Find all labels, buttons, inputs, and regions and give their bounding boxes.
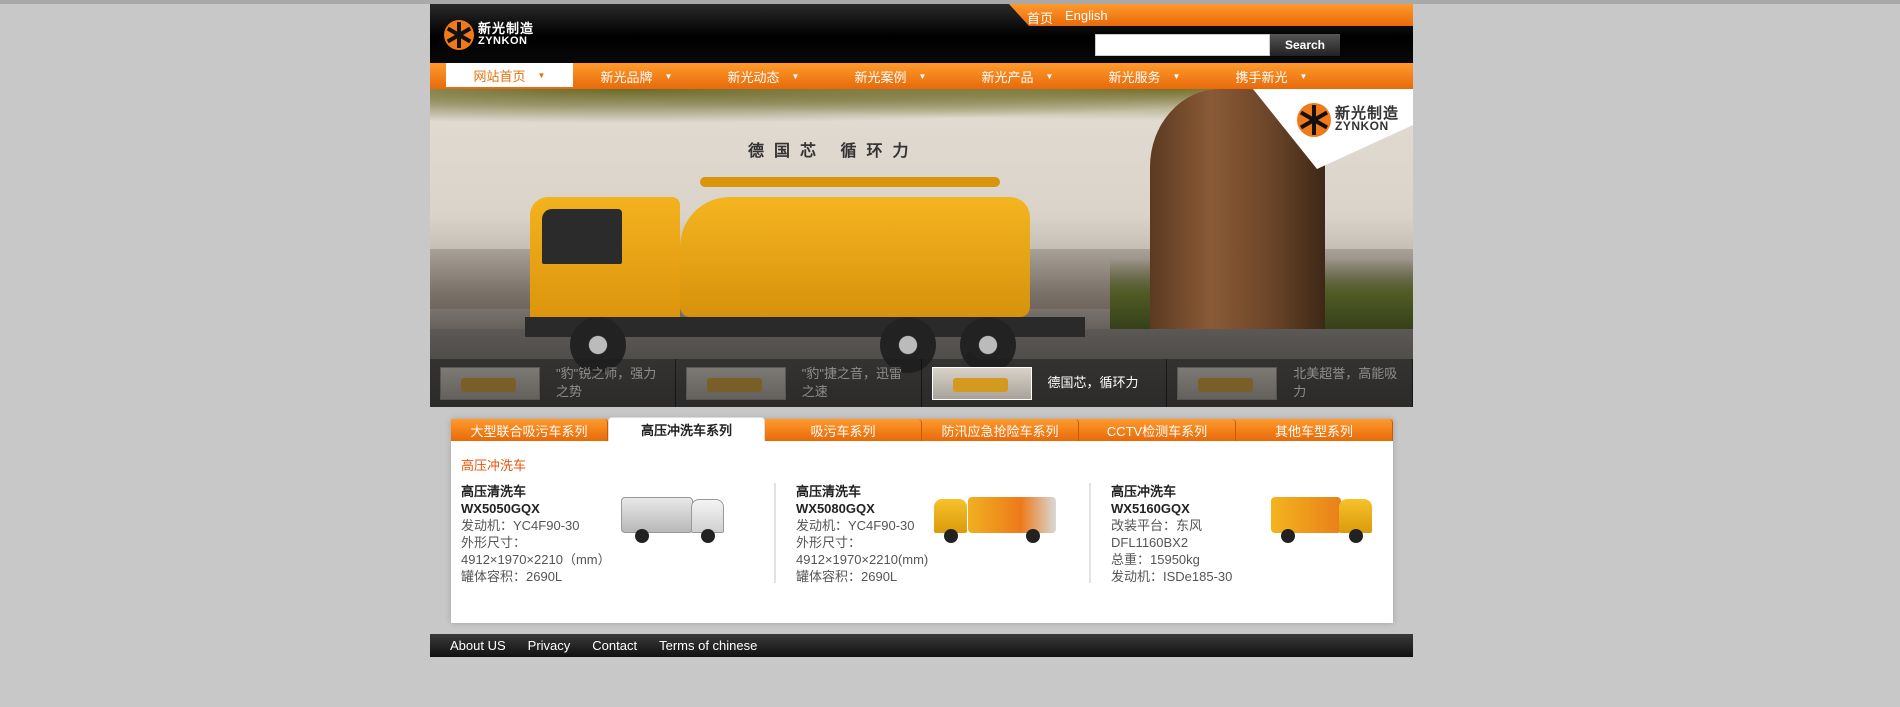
van-wheel — [1026, 529, 1040, 543]
product-item[interactable]: 高压清洗车 WX5080GQX 发动机：YC4F90-30 外形尺寸： 4912… — [776, 483, 1091, 584]
logo-text: 新光制造 ZYNKON — [1335, 106, 1399, 132]
tab-cctv[interactable]: CCTV检测车系列 — [1079, 419, 1236, 441]
thumb-image — [931, 366, 1032, 400]
tab-flood-emergency[interactable]: 防汛应急抢险车系列 — [922, 419, 1079, 441]
nav-item-label: 网站首页 — [473, 68, 526, 84]
nav-item-service[interactable]: 新光服务 ▼ — [1081, 63, 1208, 89]
footer-link-terms[interactable]: Terms of chinese — [659, 638, 757, 653]
van-body — [621, 497, 693, 533]
thumb-caption: "豹"锐之师，强力之势 — [556, 366, 657, 399]
thumb-image — [1177, 366, 1278, 400]
search-button[interactable]: Search — [1270, 34, 1340, 56]
van-cab — [1339, 499, 1372, 533]
van-body — [1271, 497, 1341, 533]
product-list: 高压清洗车 WX5050GQX 发动机：YC4F90-30 外形尺寸： 4912… — [461, 483, 1406, 584]
footer-link-about[interactable]: About US — [450, 638, 506, 653]
product-image[interactable] — [621, 491, 726, 543]
truck-tank — [680, 197, 1030, 317]
thumb-caption: 北美超誉，高能吸力 — [1293, 366, 1398, 399]
thumb-caption: 德国芯，循环力 — [1047, 375, 1139, 390]
nav-item-join[interactable]: 携手新光 ▼ — [1208, 63, 1335, 89]
product-image[interactable] — [934, 491, 1059, 543]
nav-item-label: 携手新光 — [1235, 69, 1288, 85]
product-spec: 4912×1970×2210(mm) — [796, 552, 929, 567]
banner-thumb-3[interactable]: 德国芯，循环力 — [922, 351, 1168, 407]
van-body — [968, 497, 1056, 533]
logo-mark-icon — [1296, 103, 1331, 137]
van-wheel — [1349, 529, 1363, 543]
thumb-image — [440, 366, 540, 400]
chevron-down-icon: ▼ — [918, 71, 927, 81]
product-spec: 发动机：ISDe185-30 — [1111, 569, 1233, 584]
banner-thumb-2[interactable]: "豹"捷之音，迅雷之速 — [676, 359, 922, 407]
product-panel: 大型联合吸污车系列 高压冲洗车系列 吸污车系列 防汛应急抢险车系列 CCTV检测… — [451, 417, 1393, 623]
van-cab — [934, 499, 967, 533]
site-logo[interactable]: 新光制造 ZYNKON — [444, 20, 534, 50]
hero-banner[interactable]: 德国芯 循环力 新光制造 ZYNKON "豹"锐之师，强力之势 "豹"捷之音，迅… — [430, 89, 1413, 407]
main-nav: 网站首页 ▼ 新光品牌 ▼ 新光动态 ▼ 新光案例 ▼ 新光产品 ▼ 新光服务 ▼ 携手新光… — [430, 63, 1413, 89]
language-bar: 首页 English — [1009, 4, 1413, 26]
product-image[interactable] — [1271, 491, 1376, 543]
lang-link-home[interactable]: 首页 — [1027, 8, 1053, 26]
site-footer: About US Privacy Contact Terms of chines… — [430, 634, 1413, 657]
nav-item-label: 新光产品 — [981, 69, 1034, 85]
van-wheel — [1281, 529, 1295, 543]
logo-text: 新光制造 ZYNKON — [478, 21, 535, 47]
product-spec: 罐体容积：2690L — [461, 569, 563, 584]
chevron-down-icon: ▼ — [537, 70, 546, 80]
product-item[interactable]: 高压清洗车 WX5050GQX 发动机：YC4F90-30 外形尺寸： 4912… — [461, 483, 776, 584]
nav-item-label: 新光服务 — [1108, 69, 1161, 85]
product-spec: 发动机：YC4F90-30 — [461, 518, 580, 533]
banner-slogan: 德国芯 循环力 — [748, 143, 919, 160]
product-spec: 罐体容积：2690L — [796, 569, 898, 584]
product-tabs: 大型联合吸污车系列 高压冲洗车系列 吸污车系列 防汛应急抢险车系列 CCTV检测… — [451, 417, 1393, 441]
van-wheel — [944, 529, 958, 543]
van-cab — [691, 499, 724, 533]
footer-link-contact[interactable]: Contact — [592, 638, 637, 653]
chevron-down-icon: ▼ — [1299, 71, 1308, 81]
search-input[interactable] — [1095, 34, 1270, 56]
nav-item-home[interactable]: 网站首页 ▼ — [446, 63, 573, 87]
banner-thumb-1[interactable]: "豹"锐之师，强力之势 — [430, 359, 676, 407]
nav-item-brand[interactable]: 新光品牌 ▼ — [573, 63, 700, 89]
product-spec: 外形尺寸： — [461, 535, 527, 550]
nav-item-label: 新光动态 — [727, 69, 780, 85]
van-wheel — [635, 529, 649, 543]
logo-mark-icon — [444, 20, 474, 50]
nav-item-label: 新光品牌 — [600, 69, 653, 85]
product-spec: 4912×1970×2210（mm） — [461, 552, 611, 567]
product-model: WX5050GQX — [461, 501, 540, 516]
footer-link-privacy[interactable]: Privacy — [528, 638, 571, 653]
nav-item-label: 新光案例 — [854, 69, 907, 85]
category-title[interactable]: 高压冲洗车 — [461, 455, 526, 474]
lang-link-english[interactable]: English — [1065, 8, 1108, 26]
tab-combined-suction[interactable]: 大型联合吸污车系列 — [451, 419, 608, 441]
chevron-down-icon: ▼ — [1045, 71, 1054, 81]
nav-item-products[interactable]: 新光产品 ▼ — [954, 63, 1081, 89]
thumb-caption: "豹"捷之音，迅雷之速 — [801, 366, 902, 399]
banner-thumb-4[interactable]: 北美超誉，高能吸力 — [1167, 359, 1413, 407]
tab-other[interactable]: 其他车型系列 — [1236, 419, 1393, 441]
truck-arm — [700, 177, 1000, 187]
logo-en: ZYNKON — [478, 35, 528, 47]
page-container: 新光制造 ZYNKON 首页 English Search 网站首页 ▼ 新光品牌… — [430, 4, 1413, 657]
nav-item-cases[interactable]: 新光案例 ▼ — [827, 63, 954, 89]
banner-thumbnails: "豹"锐之师，强力之势 "豹"捷之音，迅雷之速 德国芯，循环力 北美超誉，高能吸… — [430, 351, 1413, 407]
product-spec: 总重：15950kg — [1111, 552, 1200, 567]
truck-window — [542, 209, 622, 264]
thumb-image — [685, 366, 786, 400]
site-header: 新光制造 ZYNKON 首页 English Search — [430, 4, 1413, 63]
chevron-down-icon: ▼ — [664, 71, 673, 81]
logo-cn: 新光制造 — [478, 21, 535, 36]
van-wheel — [701, 529, 715, 543]
product-item[interactable]: 高压冲洗车 WX5160GQX 改装平台：东风 DFL1160BX2 总重：15… — [1091, 483, 1406, 584]
tab-suction[interactable]: 吸污车系列 — [765, 419, 922, 441]
nav-item-news[interactable]: 新光动态 ▼ — [700, 63, 827, 89]
product-name: 高压清洗车 — [461, 484, 527, 499]
chevron-down-icon: ▼ — [791, 71, 800, 81]
chevron-down-icon: ▼ — [1172, 71, 1181, 81]
tab-high-pressure[interactable]: 高压冲洗车系列 — [608, 417, 765, 441]
